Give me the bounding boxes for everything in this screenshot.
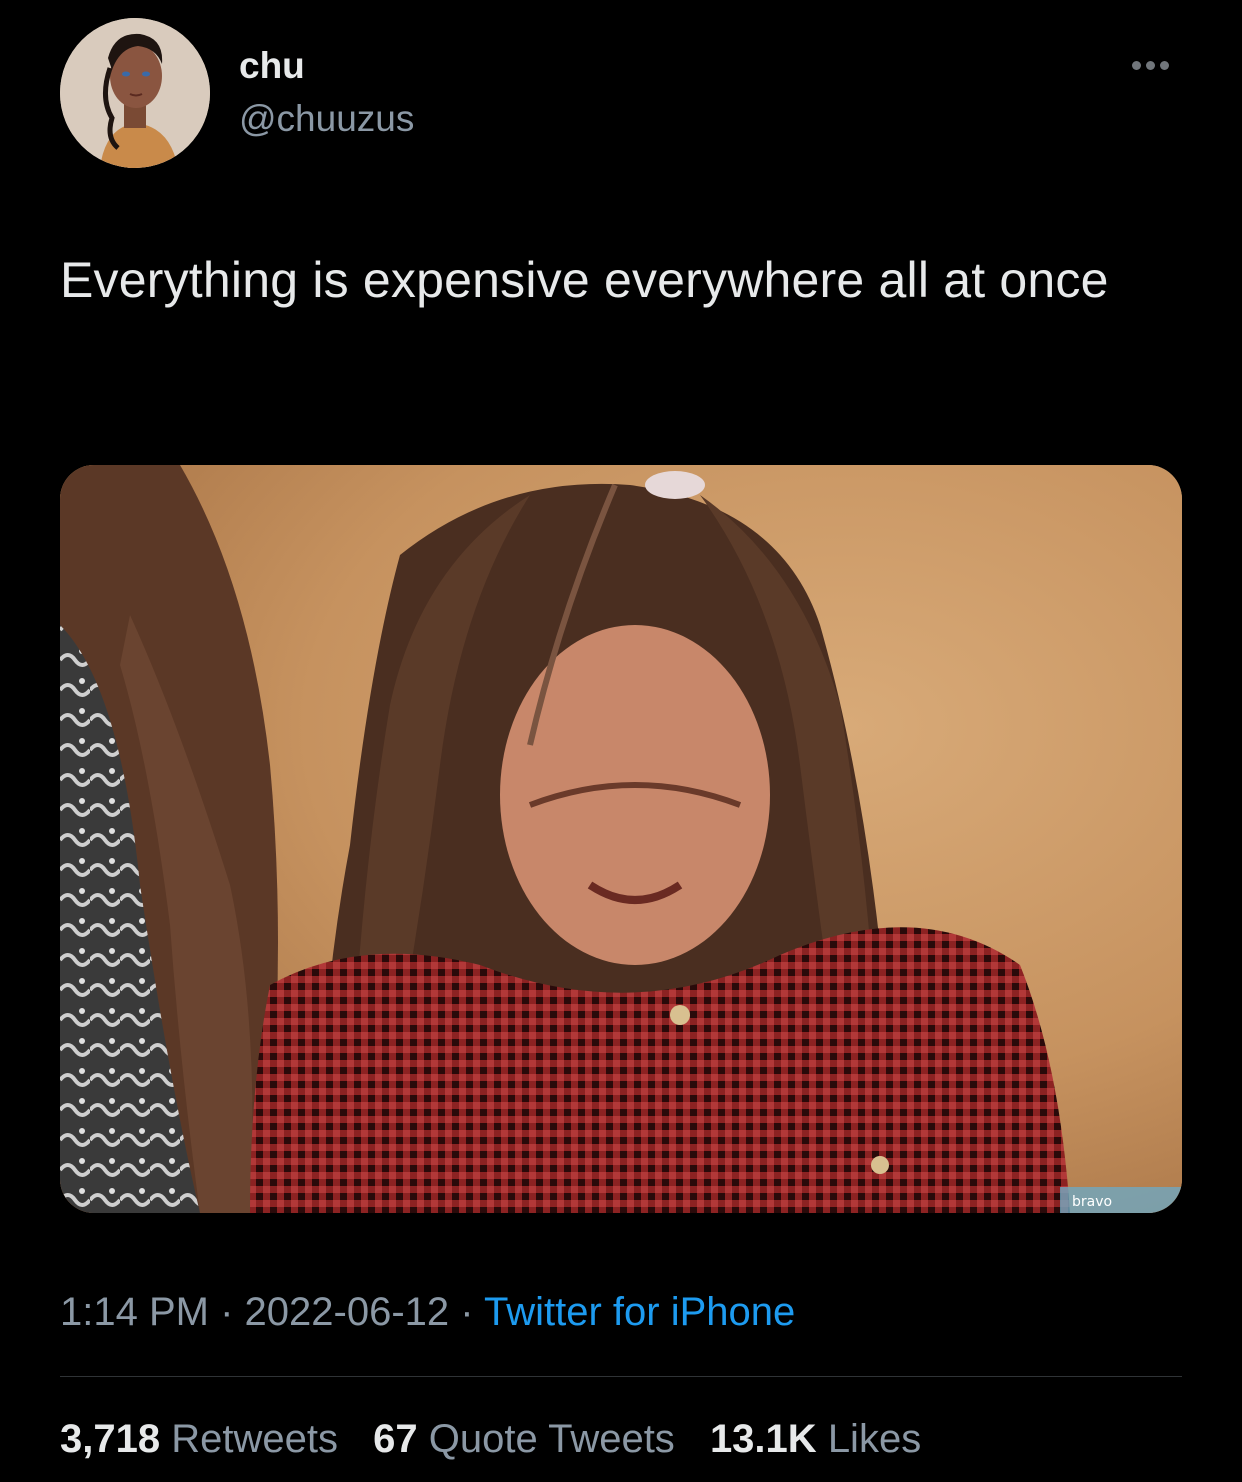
tweet-date[interactable]: 2022-06-12 <box>245 1290 450 1334</box>
retweets-stat[interactable]: 3,718 Retweets <box>60 1417 338 1461</box>
more-horizontal-icon <box>1132 61 1141 70</box>
quote-tweets-count: 67 <box>373 1417 418 1461</box>
tweet-media[interactable]: bravo <box>60 465 1182 1213</box>
likes-label: Likes <box>827 1417 922 1461</box>
likes-count: 13.1K <box>709 1417 817 1461</box>
more-horizontal-icon-dot <box>1146 61 1155 70</box>
crying-girl-image: bravo <box>60 465 1182 1213</box>
tweet-stats: 3,718 Retweets 67 Quote Tweets 13.1K Lik… <box>60 1413 945 1465</box>
media-watermark: bravo <box>1072 1194 1112 1210</box>
tweet-text: Everything is expensive everywhere all a… <box>60 252 1109 308</box>
avatar-image <box>60 18 210 168</box>
meta-separator: · <box>460 1290 474 1334</box>
meta-separator: · <box>220 1290 234 1334</box>
more-horizontal-icon-dot <box>1160 61 1169 70</box>
quote-tweets-label: Quote Tweets <box>428 1417 675 1461</box>
tweet-time[interactable]: 1:14 PM <box>60 1290 209 1334</box>
likes-stat[interactable]: 13.1K Likes <box>710 1417 921 1461</box>
user-handle[interactable]: @chuuzus <box>239 97 414 141</box>
avatar[interactable] <box>60 18 210 168</box>
tweet-meta: 1:14 PM · 2022-06-12 · Twitter for iPhon… <box>60 1286 795 1338</box>
tweet: chu @chuuzus Everything is expensive eve… <box>0 0 1242 1482</box>
more-options-button[interactable] <box>1118 50 1182 80</box>
quote-tweets-stat[interactable]: 67 Quote Tweets <box>373 1417 675 1461</box>
retweets-label: Retweets <box>171 1417 338 1461</box>
retweets-count: 3,718 <box>60 1417 161 1461</box>
tweet-source-link[interactable]: Twitter for iPhone <box>484 1290 795 1334</box>
display-name[interactable]: chu <box>239 44 305 88</box>
divider <box>60 1376 1182 1377</box>
